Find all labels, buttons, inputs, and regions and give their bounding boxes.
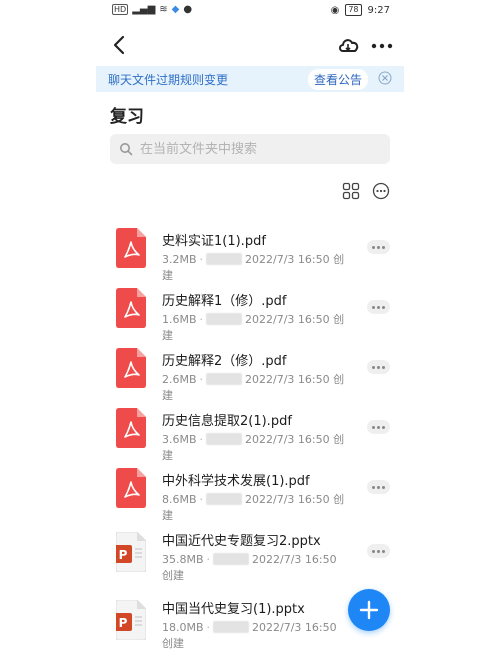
file-item[interactable]: 历史解释2（修）.pdf 2.6MB · 2022/7/3 16:50 创建 [110,342,400,402]
file-size: 1.6MB [162,313,197,326]
svg-text:P: P [119,548,128,562]
redacted-source [206,313,243,325]
file-size: 18.0MB [162,621,204,634]
status-right: ◉ 78 9:27 [331,4,390,16]
plus-icon [359,600,379,620]
file-size: 3.6MB [162,433,197,446]
banner-text: 聊天文件过期规则变更 [108,73,229,87]
redacted-source [206,253,243,265]
redacted-source [213,621,250,633]
file-more-button[interactable] [367,360,390,374]
pptx-file-icon: P [116,532,146,572]
notice-banner: 聊天文件过期规则变更 查看公告 [96,66,404,92]
file-name: 历史解释2（修）.pdf [162,354,287,369]
file-meta: 2.6MB · 2022/7/3 16:50 创建 [162,373,345,402]
file-name: 中国近代史专题复习2.pptx [162,534,321,549]
file-more-button[interactable] [367,240,390,254]
file-meta: 3.2MB · 2022/7/3 16:50 创建 [162,253,345,282]
file-name: 历史解释1（修）.pdf [162,294,287,309]
close-icon[interactable] [378,71,392,85]
pdf-file-icon [116,288,146,328]
more-options-button[interactable] [368,32,396,58]
status-bar: HD ▂▄▆ ≋ ◆ ● ◉ 78 9:27 [0,0,500,24]
status-time: 9:27 [367,4,390,16]
search-input[interactable] [140,139,380,159]
file-more-button[interactable] [367,480,390,494]
file-meta: 18.0MB · 2022/7/3 16:50 创建 [162,621,337,650]
redacted-source [213,553,250,565]
back-button[interactable] [108,32,132,58]
shield-icon: ◆ [171,4,180,15]
pptx-file-icon: P [116,600,146,640]
file-size: 3.2MB [162,253,197,266]
grid-view-icon[interactable] [342,182,360,200]
file-item[interactable]: 历史信息提取2(1).pdf 3.6MB · 2022/7/3 16:50 创建 [110,402,400,462]
view-notice-button[interactable]: 查看公告 [308,69,369,90]
pdf-file-icon [116,408,146,448]
search-bar[interactable] [110,134,390,164]
file-meta: 35.8MB · 2022/7/3 16:50 创建 [162,553,337,582]
page-title: 复习 [110,107,144,127]
svg-text:P: P [119,616,128,630]
file-meta: 1.6MB · 2022/7/3 16:50 创建 [162,313,345,342]
more-horizontal-icon [371,43,393,49]
battery-icon: 78 [345,4,362,16]
file-size: 8.6MB [162,493,197,506]
file-more-button[interactable] [367,544,390,558]
cloud-sync-button[interactable] [336,32,362,58]
file-name: 中国当代史复习(1).pptx [162,602,305,617]
redacted-source [206,433,243,445]
wechat-icon: ● [183,4,193,15]
file-item[interactable]: 中外科学技术发展(1).pdf 8.6MB · 2022/7/3 16:50 创建 [110,462,400,522]
status-left: HD ▂▄▆ ≋ ◆ ● [112,4,192,15]
redacted-source [206,493,243,505]
add-button[interactable] [348,589,390,631]
signal-icon: ▂▄▆ [132,4,156,15]
file-meta: 8.6MB · 2022/7/3 16:50 创建 [162,493,345,522]
chevron-left-icon [113,35,125,55]
file-item[interactable]: 历史解释1（修）.pdf 1.6MB · 2022/7/3 16:50 创建 [110,282,400,342]
pdf-file-icon [116,228,146,268]
file-more-button[interactable] [367,300,390,314]
file-size: 2.6MB [162,373,197,386]
file-more-button[interactable] [367,420,390,434]
redacted-source [206,373,243,385]
sim-icon: HD [112,4,129,15]
file-meta: 3.6MB · 2022/7/3 16:50 创建 [162,433,345,462]
cloud-icon [339,39,359,52]
pdf-file-icon [116,348,146,388]
wifi-icon: ≋ [159,4,168,15]
file-size: 35.8MB [162,553,204,566]
pdf-file-icon [116,468,146,508]
eye-icon: ◉ [330,4,340,16]
search-icon [120,143,133,156]
more-circle-icon[interactable] [372,182,390,200]
file-name: 中外科学技术发展(1).pdf [162,474,310,489]
file-name: 史料实证1(1).pdf [162,234,266,249]
top-bar [0,28,500,62]
file-name: 历史信息提取2(1).pdf [162,414,292,429]
file-item[interactable]: 史料实证1(1).pdf 3.2MB · 2022/7/3 16:50 创建 [110,222,400,282]
file-item[interactable]: P 中国近代史专题复习2.pptx 35.8MB · 2022/7/3 16:50 … [110,522,400,584]
